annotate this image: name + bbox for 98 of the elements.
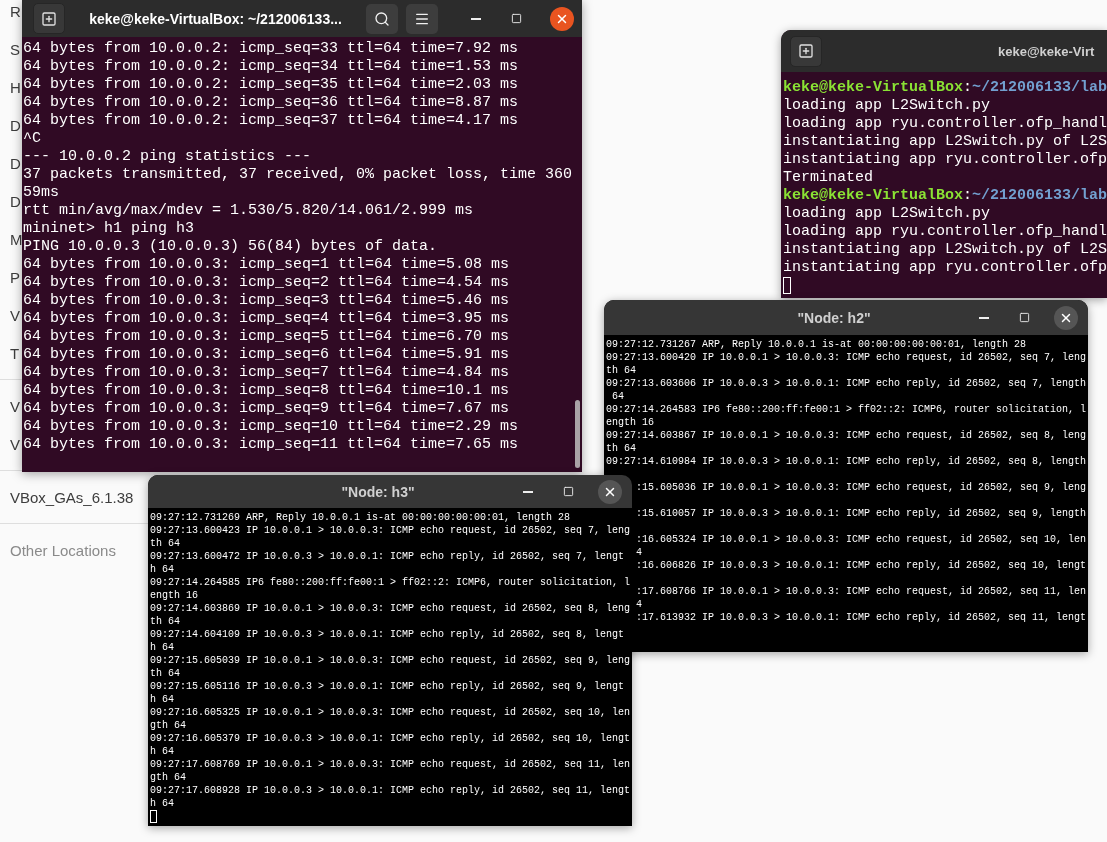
prompt-line: keke@keke-VirtualBox:~/212006133/lab [783,187,1107,205]
terminal-line: 64 bytes from 10.0.0.3: icmp_seq=8 ttl=64 time=10.1 ms [23,382,511,400]
terminal-line: 64 bytes from 10.0.0.2: icmp_seq=35 ttl=64 time=2.03 ms [23,76,520,94]
log-line: :16.605324 IP 10.0.0.1 > 10.0.0.3: ICMP echo request, id 26502, seq 10, len [636,533,1087,546]
log-line: :17.608766 IP 10.0.0.1 > 10.0.0.3: ICMP echo request, id 26502, seq 11, len [636,585,1087,598]
new-tab-button[interactable] [33,3,65,34]
sidebar-item[interactable]: V [0,387,20,425]
window-title: keke@keke-VirtualBox: ~/212006133... [88,10,343,27]
close-button[interactable] [598,479,622,504]
terminal-line: 64 bytes from 10.0.0.3: icmp_seq=11 ttl=64 time=7.65 ms [23,436,520,454]
log-line: :17.613932 IP 10.0.0.3 > 10.0.0.1: ICMP echo reply, id 26502, seq 11, lengt [636,611,1087,624]
sidebar-item[interactable]: H [0,68,21,106]
log-line: 09:27:17.608769 IP 10.0.0.1 > 10.0.0.3: ICMP echo request, id 26502, seq 11, length 64 [150,758,631,784]
prompt-line: keke@keke-VirtualBox:~/212006133/lab [783,79,1107,97]
log-line: 09:27:14.603867 IP 10.0.0.1 > 10.0.0.3: ICMP echo request, id 26502, seq 8, leng [606,429,1087,442]
maximize-icon [510,13,522,24]
sidebar-item[interactable]: D [0,106,21,144]
window-title: keke@keke-Virt [997,43,1096,59]
terminal-line: 64 bytes from 10.0.0.2: icmp_seq=37 ttl=64 time=4.17 ms [23,112,520,130]
log-line: 09:27:15.605039 IP 10.0.0.1 > 10.0.0.3: ICMP echo request, id 26502, seq 9, length 64 [150,654,631,680]
sidebar-item[interactable]: T [0,334,20,372]
terminal-line: instantiating app ryu.controller.ofp [783,259,1107,277]
sidebar-item[interactable]: VBox_GAs_6.1.38 [0,478,134,516]
log-line: 09:27:16.605325 IP 10.0.0.1 > 10.0.0.3: ICMP echo request, id 26502, seq 10, length 64 [150,706,631,732]
sidebar-item[interactable]: P [0,258,20,296]
log-line: 09:27:12.731269 ARP, Reply 10.0.0.1 is-at 00:00:00:00:00:01, length 28 [150,511,572,524]
terminal-line: instantiating app ryu.controller.ofp [783,151,1107,169]
terminal-line: loading app ryu.controller.ofp_handl [783,115,1107,133]
terminal-line: 64 bytes from 10.0.0.2: icmp_seq=33 ttl=64 time=7.92 ms [23,40,520,58]
terminal-line: 64 bytes from 10.0.0.3: icmp_seq=4 ttl=64 time=3.95 ms [23,310,511,328]
log-line: 64 [611,390,624,403]
terminal-line: 64 bytes from 10.0.0.3: icmp_seq=5 ttl=64 time=6.70 ms [23,328,511,346]
sidebar-item[interactable]: D [0,144,21,182]
search-icon [374,10,390,27]
terminal-line: instantiating app L2Switch.py of L2S [783,133,1107,151]
terminal-line: 64 bytes from 10.0.0.3: icmp_seq=6 ttl=64 time=5.91 ms [23,346,511,364]
log-line: 09:27:15.605116 IP 10.0.0.3 > 10.0.0.1: ICMP echo reply, id 26502, seq 9, length 64 [150,680,626,706]
close-button[interactable] [550,6,574,31]
log-line: 09:27:13.603606 IP 10.0.0.3 > 10.0.0.1: ICMP echo reply, id 26502, seq 7, length [606,377,1087,390]
maximize-icon [562,486,574,497]
terminal-line: 64 bytes from 10.0.0.2: icmp_seq=36 ttl=64 time=8.87 ms [23,94,520,112]
log-line: 09:27:14.610984 IP 10.0.0.3 > 10.0.0.1: ICMP echo reply, id 26502, seq 8, length [606,455,1087,468]
terminal-line: loading app L2Switch.py [783,97,992,115]
log-line: :15.605036 IP 10.0.0.1 > 10.0.0.3: ICMP echo request, id 26502, seq 9, leng [636,481,1087,494]
terminal-line: 59ms [23,184,60,202]
log-line: th 64 [606,364,636,377]
terminal-line: 64 bytes from 10.0.0.3: icmp_seq=7 ttl=64 time=4.84 ms [23,364,511,382]
sidebar-item[interactable]: V [0,296,20,334]
terminal-line: 64 bytes from 10.0.0.2: icmp_seq=34 ttl=64 time=1.53 ms [23,58,520,76]
log-line: 4 [636,546,642,559]
log-line: :15.610057 IP 10.0.0.3 > 10.0.0.1: ICMP echo reply, id 26502, seq 9, length [636,507,1087,520]
log-line: 09:27:14.264585 IP6 fe80::200:ff:fe00:1 > ff02::2: ICMP6, router solicitation, length 16 [150,576,631,602]
minimize-icon [471,17,481,20]
terminal-line: loading app L2Switch.py [783,205,992,223]
terminal-line: rtt min/avg/max/mdev = 1.530/5.820/14.061/2.999 ms [23,202,475,220]
log-line: 09:27:13.600423 IP 10.0.0.1 > 10.0.0.3: ICMP echo request, id 26502, seq 7, length 64 [150,524,631,550]
terminal-line: ^C [23,130,42,148]
terminal-line: 37 packets transmitted, 37 received, 0% packet loss, time 360 [23,166,574,184]
minimize-icon [979,316,989,319]
log-line: 09:27:13.600420 IP 10.0.0.1 > 10.0.0.3: ICMP echo request, id 26502, seq 7, leng [606,351,1087,364]
log-line: 09:27:12.731267 ARP, Reply 10.0.0.1 is-at 00:00:00:00:00:01, length 28 [606,338,1027,351]
log-line: :16.606826 IP 10.0.0.3 > 10.0.0.1: ICMP echo reply, id 26502, seq 10, lengt [636,559,1087,572]
terminal-line: 64 bytes from 10.0.0.3: icmp_seq=10 ttl=64 time=2.29 ms [23,418,520,436]
sidebar-item[interactable]: M [0,220,23,258]
terminal-line: Terminated [783,169,874,187]
sidebar-item[interactable]: R [0,0,21,30]
log-line: 4 [636,598,642,611]
terminal-line: 64 bytes from 10.0.0.3: icmp_seq=9 ttl=64 time=7.67 ms [23,400,511,418]
terminal-line: mininet> h1 ping h3 [23,220,196,238]
terminal-line: PING 10.0.0.3 (10.0.0.3) 56(84) bytes of data. [23,238,439,256]
sidebar-item[interactable]: D [0,182,21,220]
menu-button[interactable] [406,3,438,34]
terminal-line: 64 bytes from 10.0.0.3: icmp_seq=2 ttl=64 time=4.54 ms [23,274,511,292]
window-title: "Node: h3" [340,483,416,500]
terminal-line: 64 bytes from 10.0.0.3: icmp_seq=3 ttl=64 time=5.46 ms [23,292,511,310]
log-line: 09:27:14.264583 IP6 fe80::200:ff:fe00:1 > ff02::2: ICMP6, router solicitation, l [606,403,1087,416]
close-button[interactable] [1054,305,1078,330]
window-title: "Node: h2" [796,309,872,326]
minimize-icon [523,490,533,493]
log-line: 09:27:17.608928 IP 10.0.0.3 > 10.0.0.1: ICMP echo reply, id 26502, seq 11, length 64 [150,784,631,810]
sidebar-item[interactable]: V [0,425,20,463]
terminal-line: --- 10.0.0.2 ping statistics --- [23,148,313,166]
log-line: 09:27:14.603869 IP 10.0.0.1 > 10.0.0.3: ICMP echo request, id 26502, seq 8, length 64 [150,602,631,628]
log-line: th 64 [606,442,636,455]
search-button[interactable] [366,3,398,34]
log-line: 09:27:13.600472 IP 10.0.0.3 > 10.0.0.1: ICMP echo reply, id 26502, seq 7, length 64 [150,550,626,576]
terminal-line: 64 bytes from 10.0.0.3: icmp_seq=1 ttl=64 time=5.08 ms [23,256,511,274]
new-tab-icon [41,10,57,27]
scrollbar[interactable] [575,400,580,468]
terminal-line: loading app ryu.controller.ofp_handl [783,223,1107,241]
new-tab-button[interactable] [790,35,822,67]
terminal-line: instantiating app L2Switch.py of L2S [783,241,1107,259]
sidebar-item[interactable]: S [0,30,20,68]
log-line: 09:27:16.605379 IP 10.0.0.3 > 10.0.0.1: ICMP echo reply, id 26502, seq 10, length 64 [150,732,631,758]
log-line: ength 16 [606,416,654,429]
maximize-icon [1018,312,1030,323]
new-tab-icon [798,43,814,59]
log-line: 09:27:14.604109 IP 10.0.0.3 > 10.0.0.1: ICMP echo reply, id 26502, seq 8, length 64 [150,628,626,654]
